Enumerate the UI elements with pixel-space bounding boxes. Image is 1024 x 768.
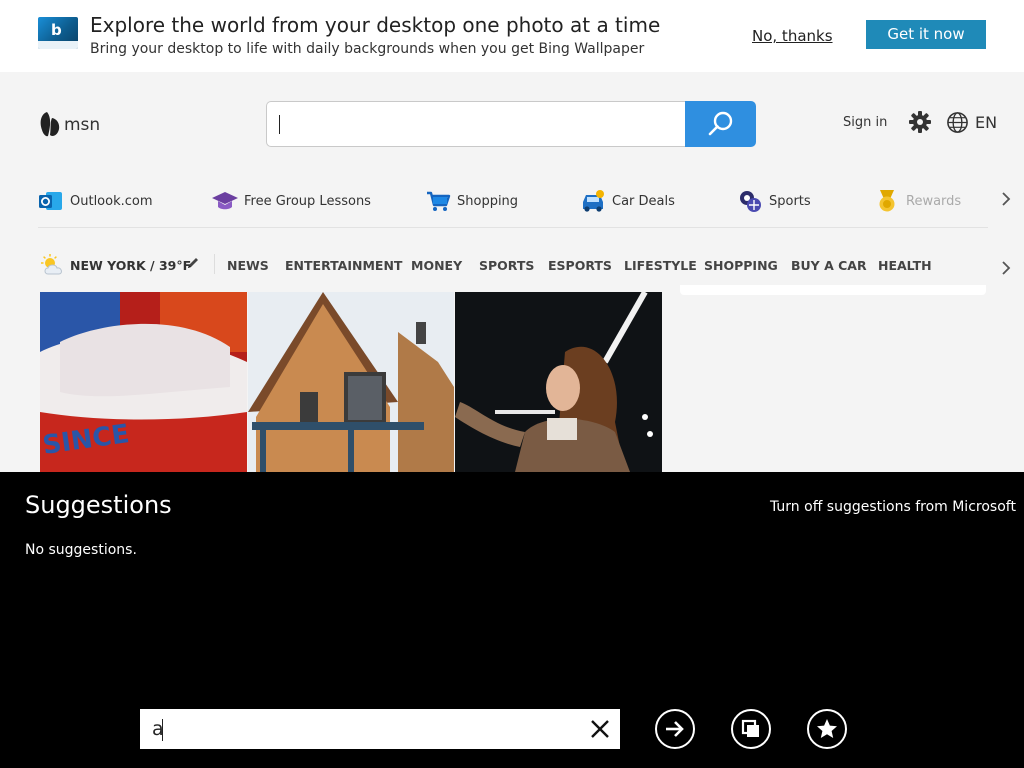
nav-money[interactable]: MONEY bbox=[411, 258, 462, 273]
nav-esports[interactable]: ESPORTS bbox=[548, 258, 612, 273]
quick-link-label: Sports bbox=[769, 193, 811, 209]
graduation-cap-icon bbox=[212, 192, 238, 210]
bing-wallpaper-logo: b bbox=[38, 17, 78, 49]
nav-sports[interactable]: SPORTS bbox=[479, 258, 534, 273]
quick-links-next-chevron-icon[interactable] bbox=[999, 192, 1013, 206]
partly-sunny-icon bbox=[41, 254, 62, 275]
right-column-card bbox=[680, 285, 986, 295]
weather-label: NEW YORK / 39°F bbox=[70, 257, 192, 273]
address-bar-caret bbox=[162, 719, 163, 741]
nav-next-chevron-icon[interactable] bbox=[999, 261, 1013, 275]
address-bar-input[interactable]: a bbox=[140, 709, 620, 749]
quick-link-sports[interactable]: Sports bbox=[737, 184, 811, 218]
search-button[interactable] bbox=[685, 101, 756, 147]
tabs-icon bbox=[741, 719, 759, 737]
quick-link-label: Shopping bbox=[457, 193, 519, 209]
msn-brand[interactable]: msn bbox=[64, 115, 100, 135]
quick-link-car-deals[interactable]: Car Deals bbox=[580, 184, 675, 218]
search-icon bbox=[708, 111, 732, 136]
turn-off-suggestions-link[interactable]: Turn off suggestions from Microsoft bbox=[770, 499, 1016, 515]
no-thanks-link[interactable]: No, thanks bbox=[752, 27, 833, 45]
no-suggestions-text: No suggestions. bbox=[25, 542, 137, 558]
nav-shopping[interactable]: SHOPPING bbox=[704, 258, 778, 273]
favorites-button[interactable] bbox=[807, 709, 847, 749]
quick-link-outlook[interactable]: Outlook.com bbox=[38, 184, 153, 218]
nav-entertainment[interactable]: ENTERTAINMENT bbox=[285, 258, 402, 273]
quick-links-bar: Outlook.com Free Group Lessons Shopping … bbox=[0, 184, 1024, 218]
rewards-medal-icon bbox=[879, 190, 895, 212]
car-icon bbox=[583, 190, 604, 212]
msn-butterfly-icon[interactable] bbox=[38, 110, 62, 138]
bing-logo-letter: b bbox=[51, 21, 62, 39]
quick-link-label: Free Group Lessons bbox=[244, 193, 371, 209]
news-image-sneaker[interactable]: SINCE bbox=[40, 292, 247, 472]
sports-ball-icon bbox=[740, 191, 761, 212]
arrow-right-icon bbox=[666, 721, 684, 737]
divider bbox=[38, 227, 988, 228]
quick-link-label: Car Deals bbox=[612, 193, 675, 209]
quick-link-shopping[interactable]: Shopping bbox=[425, 184, 518, 218]
sneaker-photo: SINCE bbox=[40, 292, 247, 472]
shopping-cart-icon bbox=[427, 191, 451, 211]
outlook-icon bbox=[39, 192, 62, 210]
go-button[interactable] bbox=[655, 709, 695, 749]
nav-separator bbox=[214, 254, 215, 274]
nav-buy-a-car[interactable]: BUY A CAR bbox=[791, 258, 867, 273]
news-image-woman[interactable] bbox=[455, 292, 662, 472]
get-it-now-button[interactable]: Get it now bbox=[866, 20, 986, 49]
sign-in-link[interactable]: Sign in bbox=[843, 115, 887, 130]
star-icon bbox=[817, 719, 837, 738]
woman-photo bbox=[455, 292, 662, 472]
bing-wallpaper-banner: b Explore the world from your desktop on… bbox=[0, 0, 1024, 72]
nav-health[interactable]: HEALTH bbox=[878, 258, 932, 273]
nav-lifestyle[interactable]: LIFESTYLE bbox=[624, 258, 697, 273]
tabs-button[interactable] bbox=[731, 709, 771, 749]
bing-logo-strip bbox=[38, 41, 78, 49]
search-caret bbox=[279, 115, 280, 134]
quick-link-free-group-lessons[interactable]: Free Group Lessons bbox=[212, 184, 371, 218]
suggestions-panel: Suggestions Turn off suggestions from Mi… bbox=[0, 472, 1024, 768]
quick-link-label: Outlook.com bbox=[70, 193, 153, 209]
quick-link-rewards[interactable]: Rewards bbox=[874, 184, 961, 218]
weather-location[interactable]: NEW YORK / 39°F bbox=[40, 254, 191, 276]
search-input[interactable] bbox=[266, 101, 686, 147]
house-photo bbox=[248, 292, 454, 472]
quick-link-label: Rewards bbox=[906, 193, 962, 209]
globe-icon[interactable] bbox=[946, 111, 969, 134]
nav-news[interactable]: NEWS bbox=[227, 258, 269, 273]
gear-icon[interactable] bbox=[908, 110, 932, 134]
suggestions-title: Suggestions bbox=[25, 491, 172, 519]
news-image-house[interactable] bbox=[248, 292, 454, 472]
banner-title: Explore the world from your desktop one … bbox=[90, 13, 661, 37]
edit-pencil-icon[interactable] bbox=[186, 256, 200, 270]
banner-subtitle: Bring your desktop to life with daily ba… bbox=[90, 41, 645, 57]
clear-close-icon[interactable] bbox=[589, 718, 611, 740]
language-selector[interactable]: EN bbox=[975, 113, 997, 132]
